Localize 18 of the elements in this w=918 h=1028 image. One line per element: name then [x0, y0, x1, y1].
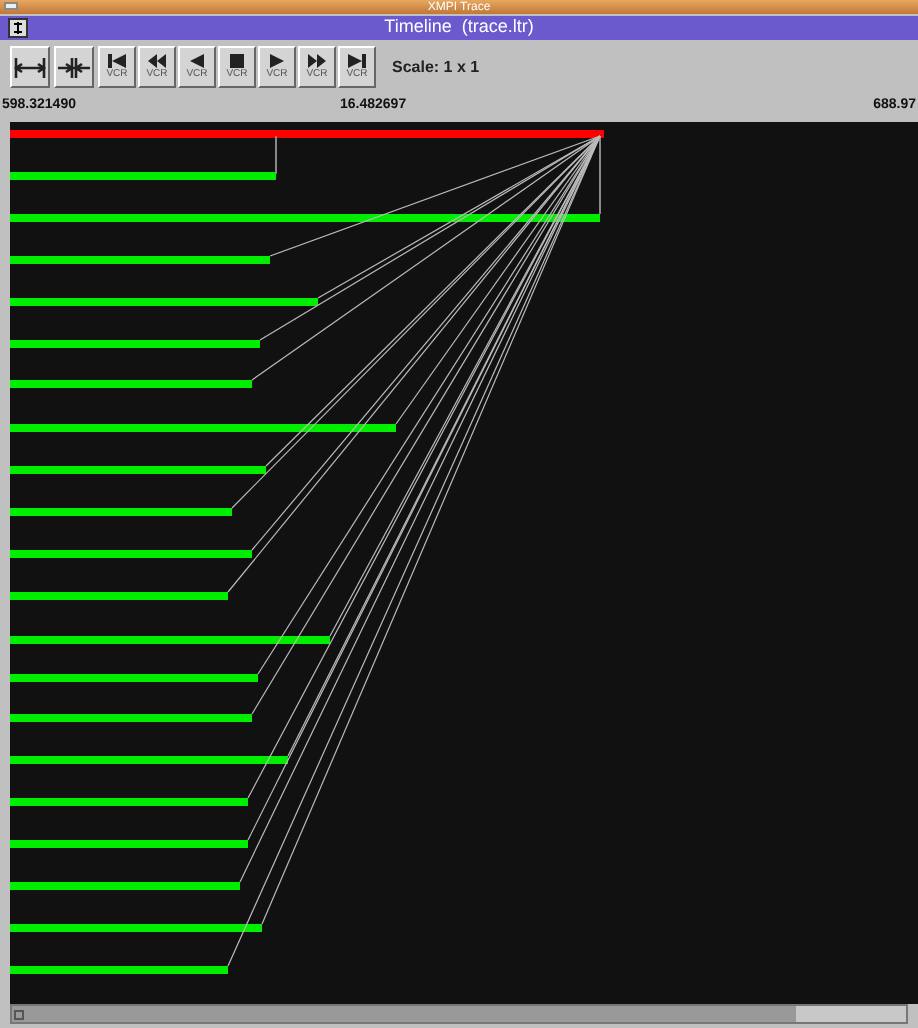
- rewind-icon: [148, 54, 166, 68]
- expand-icon: [14, 57, 46, 77]
- horizontal-scrollbar[interactable]: [10, 1004, 908, 1024]
- subwindow-title: Timeline (trace.ltr): [382, 14, 536, 41]
- scale-label: Scale: 1 x 1: [392, 55, 480, 79]
- scrollbar-thumb[interactable]: [796, 1006, 906, 1022]
- stop-icon: [230, 54, 244, 68]
- handle-icon: [14, 22, 22, 34]
- play-icon: [270, 54, 284, 68]
- skip-forward-icon: [348, 54, 366, 68]
- zoom-button[interactable]: [10, 46, 50, 88]
- menu-button[interactable]: [8, 18, 28, 38]
- zoom-button[interactable]: [54, 46, 94, 88]
- window-menu-button[interactable]: [4, 2, 18, 10]
- contract-icon: [58, 57, 90, 77]
- fast-forward-icon: [308, 54, 326, 68]
- reverse-icon: [190, 54, 204, 68]
- skip-back-icon: [108, 54, 126, 68]
